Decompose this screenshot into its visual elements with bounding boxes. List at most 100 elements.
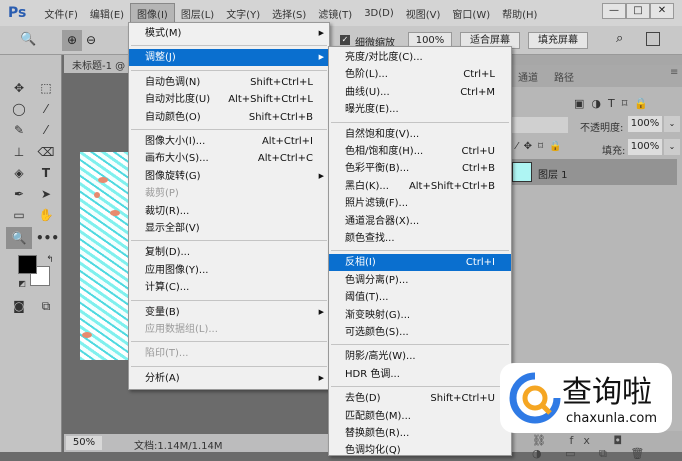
layer-row[interactable]: 图层 1	[512, 159, 677, 185]
panel-menu-icon[interactable]: ≡	[670, 67, 678, 78]
fill-input[interactable]: 100%	[628, 139, 662, 155]
path-select-icon[interactable]: ➤	[36, 185, 56, 203]
zoom-tool-icon[interactable]: 🔍	[6, 227, 32, 249]
menu-item[interactable]: 匹配颜色(M)...	[329, 408, 511, 425]
blend-mode-select[interactable]	[512, 117, 568, 133]
menu-item[interactable]: 替换颜色(R)...	[329, 425, 511, 442]
menu-item[interactable]: 自动颜色(O) Shift+Ctrl+B	[129, 109, 329, 126]
hand-tool-icon[interactable]: ✋	[36, 206, 56, 224]
fill-dropdown-icon[interactable]: ⌄	[664, 139, 680, 155]
pen-tool-icon[interactable]: ✒	[9, 185, 29, 203]
menu-help[interactable]: 帮助(H)	[496, 4, 543, 23]
scrubby-zoom-checkbox[interactable]: ✓	[340, 35, 350, 45]
menu-item[interactable]: 裁切(R)...	[129, 203, 329, 220]
menu-select[interactable]: 选择(S)	[266, 4, 312, 23]
maximize-button[interactable]: □	[626, 3, 650, 19]
menu-item[interactable]: 图像旋转(G) ▶	[129, 168, 329, 185]
menu-item[interactable]: 反相(I) Ctrl+I	[329, 254, 511, 272]
foreground-color-swatch[interactable]	[18, 255, 37, 274]
menu-layer[interactable]: 图层(L)	[175, 4, 220, 23]
menu-item[interactable]: 复制(D)...	[129, 244, 329, 261]
menu-item[interactable]: 调整(J) ▶	[129, 49, 329, 67]
minimize-button[interactable]: —	[602, 3, 626, 19]
lasso-tool-icon[interactable]: ◯	[9, 100, 29, 118]
menu-item[interactable]: 照片滤镜(F)...	[329, 195, 511, 212]
screen-mode-icon[interactable]: ⧉	[36, 297, 56, 315]
eyedropper-icon[interactable]: ✎	[9, 121, 29, 139]
menu-item[interactable]: 亮度/对比度(C)...	[329, 49, 511, 66]
menu-item[interactable]: 色阶(L)... Ctrl+L	[329, 66, 511, 83]
menu-view[interactable]: 视图(V)	[400, 4, 447, 23]
menu-window[interactable]: 窗口(W)	[446, 4, 496, 23]
menu-item[interactable]: 阈值(T)...	[329, 289, 511, 306]
menu-item-label: 曝光度(E)...	[345, 104, 399, 116]
menu-item[interactable]: 模式(M) ▶	[129, 25, 329, 42]
marquee-tool-icon[interactable]: ⬚	[36, 79, 56, 97]
menu-item[interactable]: 色彩平衡(B)... Ctrl+B	[329, 160, 511, 177]
magic-wand-icon[interactable]: ⁄	[36, 100, 56, 118]
menu-item[interactable]: 自然饱和度(V)...	[329, 126, 511, 143]
menu-item[interactable]: 应用图像(Y)...	[129, 262, 329, 279]
menu-item[interactable]: 渐变映射(G)...	[329, 307, 511, 324]
lock-icons[interactable]: ⁄✥⌑🔒	[516, 141, 568, 152]
zoom-tool-preset-icon[interactable]: 🔍	[20, 32, 36, 47]
menu-item[interactable]: 计算(C)...	[129, 279, 329, 296]
fill-screen-button[interactable]: 填充屏幕	[528, 32, 588, 49]
more-tools-icon[interactable]: •••	[36, 229, 59, 247]
menu-item[interactable]: 画布大小(S)... Alt+Ctrl+C	[129, 150, 329, 167]
menu-item[interactable]: 应用数据组(L)...	[129, 321, 329, 338]
watermark: 查询啦 chaxunla.com	[500, 363, 672, 433]
move-tool-icon[interactable]: ✥	[9, 79, 29, 97]
zoom-out-icon[interactable]: ⊖	[86, 30, 96, 51]
paint-bucket-icon[interactable]: ◈	[9, 164, 29, 182]
default-colors-icon[interactable]: ◩	[12, 275, 32, 293]
menu-item[interactable]: 色相/饱和度(H)... Ctrl+U	[329, 143, 511, 160]
menu-item[interactable]: 黑白(K)... Alt+Shift+Ctrl+B	[329, 178, 511, 195]
document-tab[interactable]: 未标题-1 @	[64, 55, 134, 73]
menu-item[interactable]: 阴影/高光(W)...	[329, 348, 511, 365]
eraser-icon[interactable]: ⌫	[36, 143, 56, 161]
menu-item[interactable]: 自动对比度(U) Alt+Shift+Ctrl+L	[129, 91, 329, 108]
menu-3d[interactable]: 3D(D)	[358, 6, 400, 21]
menu-item[interactable]: 色调均化(Q)	[329, 442, 511, 459]
menu-item[interactable]: 可选颜色(S)...	[329, 324, 511, 341]
menu-item[interactable]: 色调分离(P)...	[329, 272, 511, 289]
menu-item[interactable]: 图像大小(I)... Alt+Ctrl+I	[129, 133, 329, 150]
type-tool-icon[interactable]: T	[36, 164, 56, 182]
menu-item[interactable]: HDR 色调...	[329, 366, 511, 383]
menu-item[interactable]: 变量(B) ▶	[129, 304, 329, 321]
opacity-dropdown-icon[interactable]: ⌄	[664, 116, 680, 132]
brush-icon[interactable]: ⁄	[36, 121, 56, 139]
menu-item[interactable]: 颜色查找...	[329, 230, 511, 247]
menu-item[interactable]: 去色(D) Shift+Ctrl+U	[329, 390, 511, 407]
menu-item[interactable]: 陷印(T)...	[129, 345, 329, 362]
menu-item[interactable]: 通道混合器(X)...	[329, 213, 511, 230]
menu-item[interactable]: 曲线(U)... Ctrl+M	[329, 84, 511, 101]
quick-mask-icon[interactable]: ◙	[9, 297, 29, 315]
search-icon[interactable]: ⌕	[616, 31, 623, 46]
layer-filter-icons[interactable]: ▣◑T⌑🔒	[574, 97, 655, 110]
menu-image[interactable]: 图像(I)	[130, 2, 175, 24]
menu-item[interactable]: 显示全部(V)	[129, 220, 329, 237]
close-button[interactable]: ✕	[650, 3, 674, 19]
zoom-in-icon[interactable]: ⊕	[62, 30, 82, 51]
tab-paths[interactable]: 路径	[554, 69, 574, 84]
swap-colors-icon[interactable]: ↰	[40, 251, 60, 269]
menu-type[interactable]: 文字(Y)	[220, 4, 266, 23]
menu-item-shortcut: Shift+Ctrl+B	[248, 111, 313, 123]
menu-item[interactable]: 裁剪(P)	[129, 185, 329, 202]
rectangle-tool-icon[interactable]: ▭	[9, 206, 29, 224]
workspace-icon[interactable]	[646, 32, 660, 46]
menu-filter[interactable]: 滤镜(T)	[312, 4, 358, 23]
tab-channels[interactable]: 通道	[518, 69, 538, 84]
canvas-image[interactable]	[80, 152, 128, 360]
opacity-input[interactable]: 100%	[628, 116, 662, 132]
layer-actions[interactable]: ⛓ fx ◘ ◑ ▭ ⧉ 🗑	[512, 431, 682, 460]
menu-file[interactable]: 文件(F)	[38, 4, 84, 23]
menu-item[interactable]: 自动色调(N) Shift+Ctrl+L	[129, 74, 329, 91]
stamp-icon[interactable]: ⊥	[9, 143, 29, 161]
menu-item[interactable]: 曝光度(E)...	[329, 101, 511, 118]
menu-edit[interactable]: 编辑(E)	[84, 4, 130, 23]
menu-item[interactable]: 分析(A) ▶	[129, 370, 329, 387]
zoom-level[interactable]: 50%	[66, 436, 102, 450]
